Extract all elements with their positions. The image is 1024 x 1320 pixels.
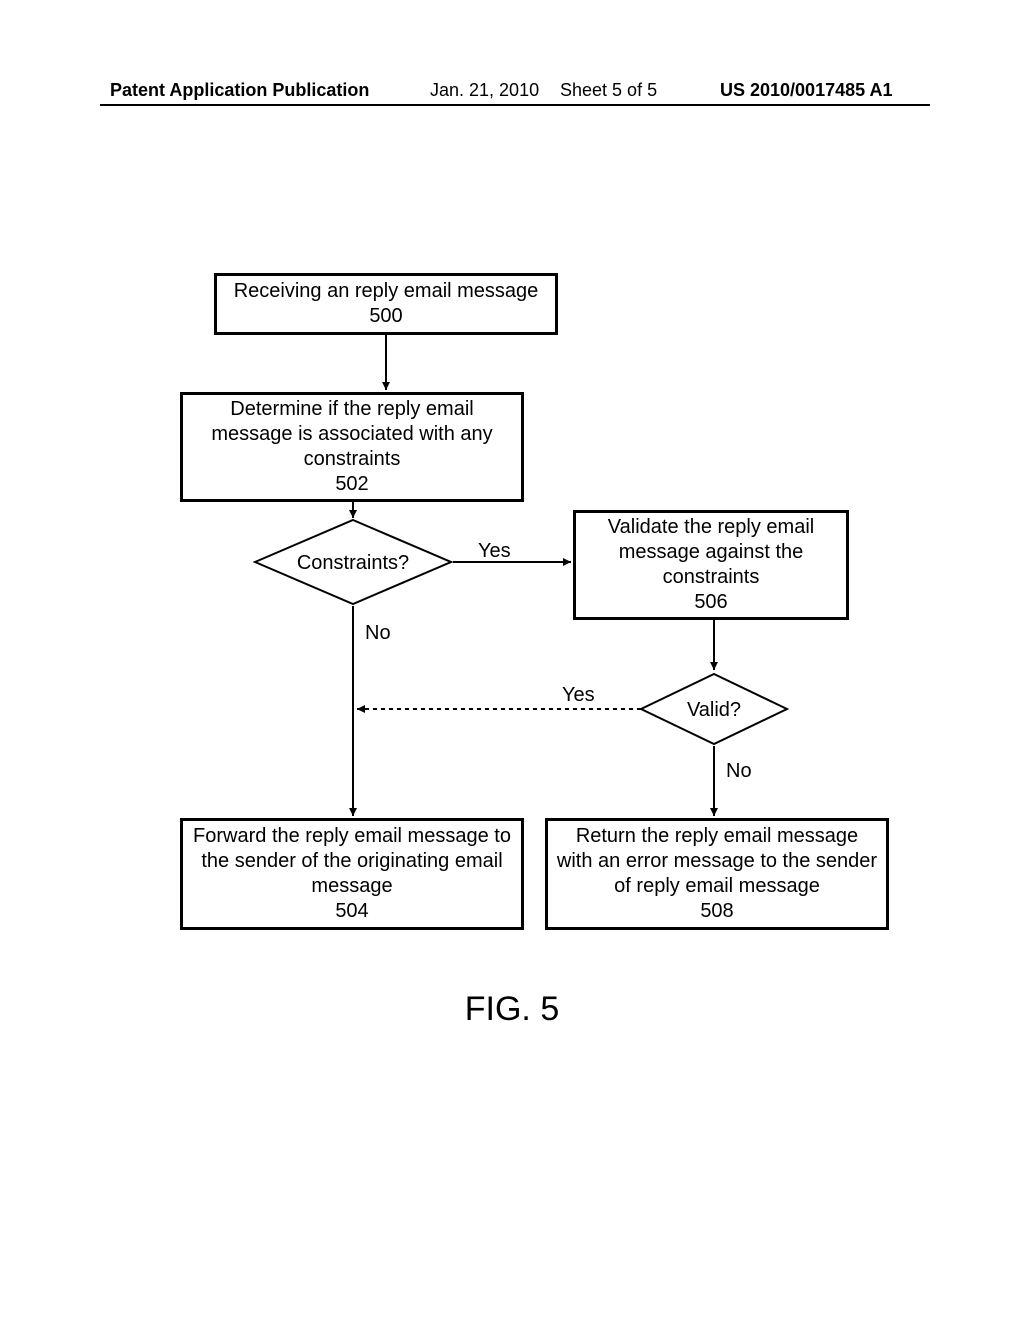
flowchart-connectors: [0, 0, 1024, 1320]
figure-label: FIG. 5: [0, 990, 1024, 1029]
flowchart-canvas: Receiving an reply email message 500 Det…: [0, 0, 1024, 1320]
